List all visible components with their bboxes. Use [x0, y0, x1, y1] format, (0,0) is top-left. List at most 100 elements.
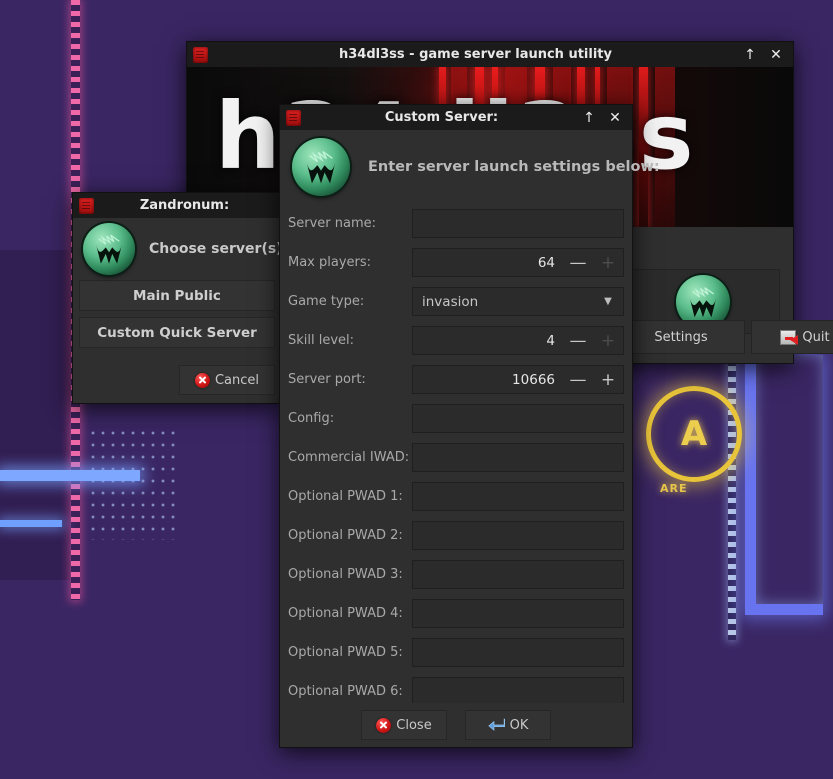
zandronum-logo — [292, 138, 350, 196]
optional-pwad-1-input[interactable] — [412, 482, 624, 511]
app-icon — [286, 109, 301, 126]
quit-button[interactable]: Quit — [751, 320, 833, 354]
skill-level-spinner[interactable]: 4 — + — [412, 326, 624, 355]
commercial-iwad-label: Commercial IWAD: — [288, 450, 410, 465]
custom-server-titlebar-buttons: ↑ ✕ — [582, 111, 626, 125]
cancel-button[interactable]: Cancel — [179, 365, 275, 395]
cancel-button-label: Cancel — [214, 372, 260, 388]
form-row-optional-pwad-2: Optional PWAD 2: — [284, 516, 628, 555]
form-row-server-name: Server name: — [284, 204, 628, 243]
main-public-button-label: Main Public — [133, 287, 221, 304]
optional-pwad-4-label: Optional PWAD 4: — [288, 606, 403, 621]
red-x-icon — [194, 372, 210, 388]
skill-level-decrement-button[interactable]: — — [563, 331, 593, 351]
main-window-buttons: Settings Quit — [617, 320, 833, 354]
config-label: Config: — [288, 411, 335, 426]
commercial-iwad-input[interactable] — [412, 443, 624, 472]
form-row-skill-level: Skill level: 4 — + — [284, 321, 628, 360]
main-window-titlebar[interactable]: h34dl3ss - game server launch utility ↑ … — [187, 42, 793, 67]
max-players-label: Max players: — [288, 255, 372, 270]
optional-pwad-3-label: Optional PWAD 3: — [288, 567, 403, 582]
custom-server-dialog-title: Custom Server: — [384, 110, 499, 125]
shade-button[interactable]: ↑ — [582, 111, 596, 125]
neon-circle-sign: A — [646, 386, 742, 482]
max-players-spinner[interactable]: 64 — + — [412, 248, 624, 277]
zandronum-dialog-header: Choose server(s) — [73, 218, 283, 280]
app-icon — [193, 46, 208, 63]
zandronum-dialog: Zandronum: Choose server(s) Main Public … — [72, 192, 283, 404]
config-input[interactable] — [412, 404, 624, 433]
form-row-commercial-iwad: Commercial IWAD: — [284, 438, 628, 477]
zandronum-titlebar[interactable]: Zandronum: — [73, 193, 281, 218]
quit-button-label: Quit — [802, 329, 830, 345]
form-row-server-port: Server port: 10666 — + — [284, 360, 628, 399]
custom-server-dialog-heading: Enter server launch settings below: — [368, 159, 660, 175]
form-row-optional-pwad-3: Optional PWAD 3: — [284, 555, 628, 594]
exit-icon — [780, 329, 799, 345]
server-port-spinner[interactable]: 10666 — + — [412, 365, 624, 394]
ok-button-label: OK — [509, 717, 529, 733]
game-type-label: Game type: — [288, 294, 365, 309]
custom-server-dialog-header: Enter server launch settings below: — [280, 130, 660, 204]
skill-level-value: 4 — [546, 332, 555, 349]
skill-level-increment-button: + — [600, 330, 616, 351]
optional-pwad-1-label: Optional PWAD 1: — [288, 489, 403, 504]
max-players-value: 64 — [537, 254, 555, 271]
close-button[interactable]: Close — [361, 710, 447, 740]
neon-bar — [0, 520, 62, 527]
neon-bar — [0, 470, 140, 481]
close-button-label: Close — [396, 717, 432, 733]
max-players-increment-button: + — [600, 252, 616, 273]
shade-button[interactable]: ↑ — [743, 48, 757, 62]
optional-pwad-3-input[interactable] — [412, 560, 624, 589]
optional-pwad-2-label: Optional PWAD 2: — [288, 528, 403, 543]
main-public-button[interactable]: Main Public — [79, 280, 275, 311]
form-row-optional-pwad-4: Optional PWAD 4: — [284, 594, 628, 633]
main-window-title: h34dl3ss - game server launch utility — [339, 47, 612, 62]
red-x-icon — [376, 717, 392, 733]
game-type-dropdown[interactable]: invasion ▼ — [412, 287, 624, 316]
optional-pwad-6-input[interactable] — [412, 677, 624, 706]
server-name-label: Server name: — [288, 216, 377, 231]
zandronum-logo — [83, 223, 135, 275]
server-port-value: 10666 — [512, 371, 555, 388]
close-button[interactable]: ✕ — [608, 111, 622, 125]
zandronum-dialog-title: Zandronum: — [139, 198, 230, 213]
optional-pwad-4-input[interactable] — [412, 599, 624, 628]
game-type-value: invasion — [422, 293, 479, 310]
form-row-optional-pwad-1: Optional PWAD 1: — [284, 477, 628, 516]
settings-button-label: Settings — [654, 329, 708, 345]
neon-bracket — [745, 355, 823, 615]
server-port-decrement-button[interactable]: — — [563, 370, 593, 390]
custom-server-titlebar[interactable]: Custom Server: ↑ ✕ — [280, 105, 632, 130]
optional-pwad-2-input[interactable] — [412, 521, 624, 550]
form-row-config: Config: — [284, 399, 628, 438]
chevron-down-icon[interactable]: ▼ — [593, 296, 623, 307]
optional-pwad-6-label: Optional PWAD 6: — [288, 684, 403, 699]
ok-button[interactable]: OK — [465, 710, 551, 740]
server-port-label: Server port: — [288, 372, 366, 387]
close-button[interactable]: ✕ — [769, 48, 783, 62]
max-players-decrement-button[interactable]: — — [563, 253, 593, 273]
neon-sign-caption: ARE — [660, 482, 688, 495]
custom-server-dialog-footer: Close OK — [280, 703, 632, 747]
form-row-max-players: Max players: 64 — + — [284, 243, 628, 282]
optional-pwad-5-input[interactable] — [412, 638, 624, 667]
zandronum-dialog-heading: Choose server(s) — [149, 241, 283, 257]
settings-button[interactable]: Settings — [617, 320, 745, 354]
main-window-titlebar-buttons: ↑ ✕ — [743, 48, 787, 62]
app-icon — [79, 197, 94, 214]
custom-server-dialog: Custom Server: ↑ ✕ Enter server launch s… — [279, 104, 660, 748]
neon-sign-letter: A — [680, 414, 708, 454]
custom-quick-server-button[interactable]: Custom Quick Server — [79, 317, 275, 348]
enter-arrow-icon — [487, 718, 505, 732]
window-lights — [90, 430, 180, 540]
building-shape — [0, 250, 70, 580]
skill-level-label: Skill level: — [288, 333, 355, 348]
server-port-increment-button[interactable]: + — [593, 370, 623, 390]
custom-server-form: Server name: Max players: 64— + Game type: in… — [280, 204, 632, 711]
server-name-input[interactable] — [412, 209, 624, 238]
form-row-game-type: Game type: invasion ▼ — [284, 282, 628, 321]
form-row-optional-pwad-5: Optional PWAD 5: — [284, 633, 628, 672]
optional-pwad-5-label: Optional PWAD 5: — [288, 645, 403, 660]
